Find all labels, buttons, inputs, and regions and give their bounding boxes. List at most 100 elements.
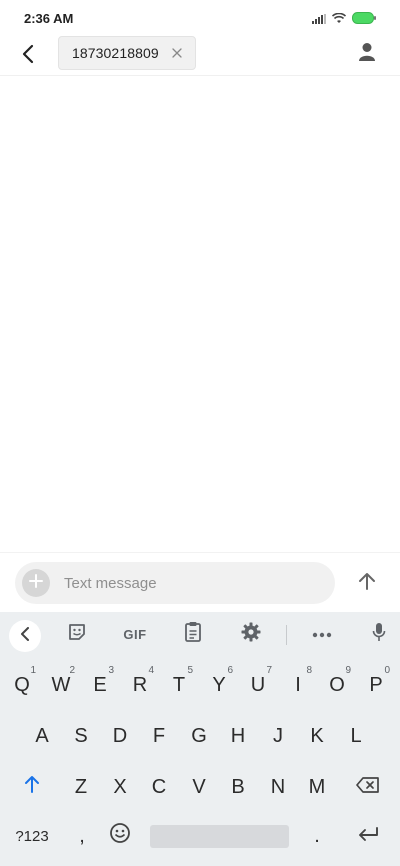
key-x[interactable]: X	[104, 767, 136, 807]
key-e[interactable]: E3	[84, 665, 116, 705]
key-l[interactable]: L	[340, 716, 372, 756]
keyboard: G I F Q 1 W 2 E 3 R 4 T 5 Y 6 U 7 I 8 O 9 …	[0, 612, 400, 866]
emoji-key[interactable]	[104, 816, 136, 856]
message-placeholder: Text message	[64, 575, 157, 592]
key-d[interactable]: D	[104, 716, 136, 756]
spacebar[interactable]	[150, 825, 289, 848]
comma-key[interactable]: ,	[66, 816, 98, 856]
keyboard-toolbar: GIF	[0, 612, 400, 656]
key-hint: 8	[306, 665, 312, 676]
key-t[interactable]: T5	[163, 665, 195, 705]
key-s[interactable]: S	[65, 716, 97, 756]
message-list[interactable]	[0, 77, 400, 552]
status-bar: 2:36 AM	[0, 0, 400, 36]
key-b[interactable]: B	[222, 767, 254, 807]
key-v[interactable]: V	[183, 767, 215, 807]
symbols-key[interactable]: ?123	[12, 816, 52, 856]
key-y[interactable]: Y6	[203, 665, 235, 705]
key-label: J	[273, 724, 283, 747]
key-q[interactable]: Q1	[6, 665, 38, 705]
clipboard-button[interactable]	[178, 620, 208, 648]
key-label: K	[310, 724, 324, 747]
status-icons	[312, 11, 376, 29]
compose-bar: Text message	[0, 552, 400, 612]
key-p[interactable]: P0	[360, 665, 392, 705]
gear-icon	[241, 622, 261, 647]
voice-input-button[interactable]	[364, 620, 394, 648]
contact-button[interactable]	[354, 40, 380, 68]
key-m[interactable]: M	[301, 767, 333, 807]
key-label: S	[74, 724, 88, 747]
key-label: B	[231, 775, 245, 798]
key-label: V	[192, 775, 206, 798]
key-hint: 1	[30, 665, 36, 676]
message-input[interactable]: Text message	[15, 562, 335, 604]
status-time: 2:36 AM	[24, 11, 74, 26]
key-label: W	[51, 673, 71, 696]
key-label: R	[132, 673, 148, 696]
key-g[interactable]: G	[183, 716, 215, 756]
key-f[interactable]: F	[143, 716, 175, 756]
key-label: X	[113, 775, 127, 798]
key-label: N	[270, 775, 286, 798]
settings-button[interactable]	[236, 620, 266, 648]
key-o[interactable]: O9	[321, 665, 353, 705]
key-z[interactable]: Z	[65, 767, 97, 807]
wifi-icon	[331, 11, 347, 29]
conversation-header: 18730218809	[0, 36, 400, 76]
person-icon	[358, 42, 376, 67]
battery-icon	[352, 11, 376, 29]
key-hint: 6	[227, 665, 233, 676]
key-w[interactable]: W2	[45, 665, 77, 705]
key-i[interactable]: I8	[282, 665, 314, 705]
key-label: ?123	[15, 827, 49, 845]
key-label: O	[329, 673, 345, 696]
key-label: F	[152, 724, 166, 747]
recipient-chip[interactable]: 18730218809	[58, 36, 196, 70]
more-button[interactable]	[307, 620, 337, 648]
gif-label: GIF	[123, 626, 147, 642]
key-hint: 5	[187, 665, 193, 676]
key-hint: 4	[148, 665, 154, 676]
period-key[interactable]: .	[301, 816, 333, 856]
key-label: I	[295, 673, 301, 696]
clipboard-icon	[184, 621, 202, 647]
recipient-number: 18730218809	[72, 45, 159, 61]
emoji-icon	[109, 822, 131, 850]
backspace-icon	[356, 776, 380, 799]
shift-key[interactable]	[16, 767, 48, 807]
key-label: Q	[14, 673, 30, 696]
key-c[interactable]: C	[143, 767, 175, 807]
send-button[interactable]	[354, 570, 380, 596]
close-icon[interactable]	[170, 46, 184, 60]
key-hint: 2	[69, 665, 75, 676]
key-n[interactable]: N	[262, 767, 294, 807]
sticker-icon	[67, 622, 87, 647]
enter-key[interactable]	[352, 816, 384, 856]
backspace-key[interactable]	[350, 767, 386, 807]
shift-icon	[24, 775, 40, 799]
arrow-up-icon	[358, 571, 376, 596]
key-label: A	[35, 724, 49, 747]
key-label: G	[191, 724, 207, 747]
plus-icon	[28, 573, 44, 594]
key-label: D	[112, 724, 128, 747]
gif-button[interactable]: GIF	[118, 620, 152, 648]
key-h[interactable]: H	[222, 716, 254, 756]
key-r[interactable]: R4	[124, 665, 156, 705]
key-hint: 7	[266, 665, 272, 676]
key-label: Z	[74, 775, 88, 798]
key-hint: 9	[345, 665, 351, 676]
sticker-button[interactable]	[62, 620, 92, 648]
key-a[interactable]: A	[26, 716, 58, 756]
key-label: ,	[79, 824, 85, 847]
key-j[interactable]: J	[262, 716, 294, 756]
key-u[interactable]: U7	[242, 665, 274, 705]
key-k[interactable]: K	[301, 716, 333, 756]
attach-button[interactable]	[22, 569, 50, 597]
key-label: U	[250, 673, 266, 696]
back-button[interactable]	[12, 40, 44, 72]
keyboard-back-button[interactable]	[9, 620, 41, 652]
key-hint: 0	[384, 665, 390, 676]
key-label: P	[369, 673, 383, 696]
